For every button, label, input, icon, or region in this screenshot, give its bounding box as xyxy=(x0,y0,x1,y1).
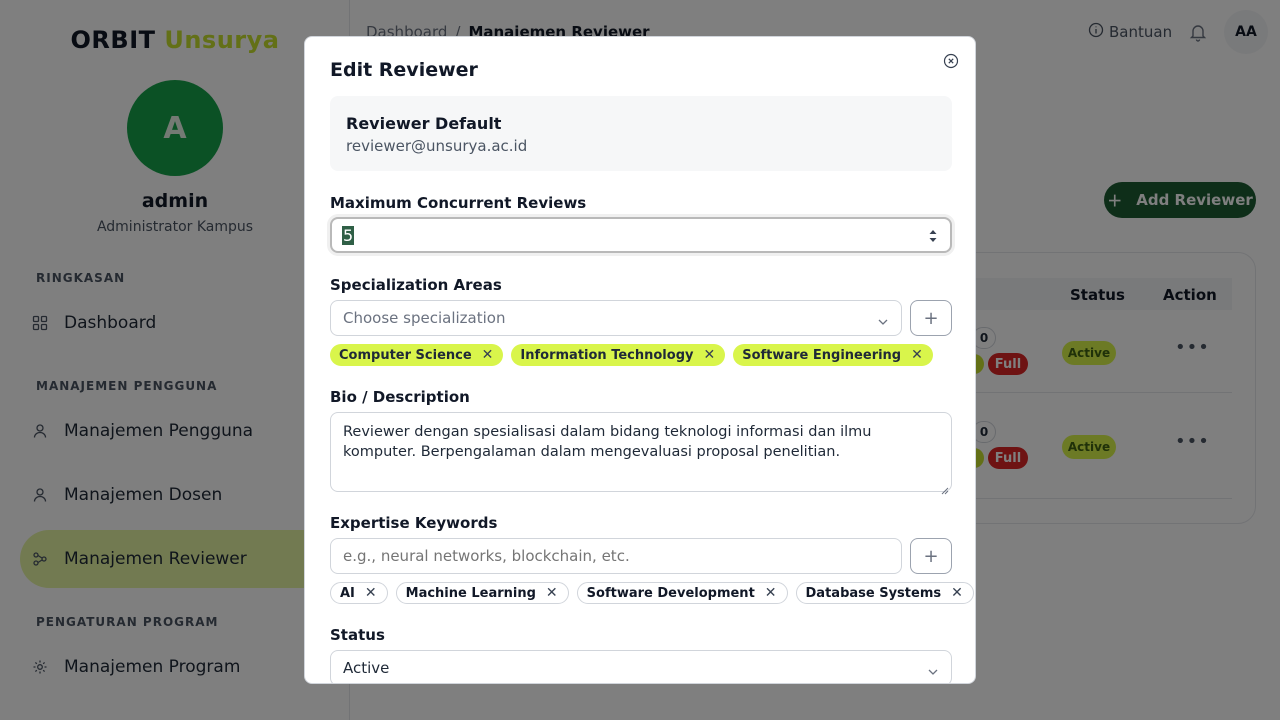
remove-tag-icon[interactable]: ✕ xyxy=(911,348,923,362)
bio-textarea[interactable]: Reviewer dengan spesialisasi dalam bidan… xyxy=(330,412,952,495)
chevron-down-icon xyxy=(927,663,939,675)
specialization-label: Specialization Areas xyxy=(330,276,502,294)
tag-label: Information Technology xyxy=(520,347,694,363)
keyword-tag: Machine Learning ✕ xyxy=(395,582,569,604)
edit-reviewer-modal: Edit Reviewer Reviewer Default reviewer@… xyxy=(304,36,976,684)
max-reviews-input[interactable]: 5 xyxy=(330,217,952,253)
chevron-down-icon xyxy=(877,313,889,325)
max-reviews-label: Maximum Concurrent Reviews xyxy=(330,194,587,212)
reviewer-email: reviewer@unsurya.ac.id xyxy=(346,137,528,155)
status-select[interactable]: Active xyxy=(330,650,952,683)
reviewer-name: Reviewer Default xyxy=(346,114,502,133)
max-reviews-value: 5 xyxy=(342,226,355,245)
plus-icon: + xyxy=(923,307,939,329)
remove-tag-icon[interactable]: ✕ xyxy=(951,586,963,600)
keyword-tag: Database Systems ✕ xyxy=(795,582,974,604)
tag-label: AI xyxy=(340,585,355,601)
add-specialization-button[interactable]: + xyxy=(910,300,952,336)
keyword-tag: Software Development ✕ xyxy=(576,582,788,604)
keyword-tag: AI ✕ xyxy=(330,582,388,604)
bio-text: Reviewer dengan spesialisasi dalam bidan… xyxy=(343,424,872,460)
keywords-label: Expertise Keywords xyxy=(330,514,498,532)
bio-label: Bio / Description xyxy=(330,388,470,406)
status-label: Status xyxy=(330,626,385,644)
tag-label: Machine Learning xyxy=(405,585,536,601)
specialization-select[interactable]: Choose specialization xyxy=(330,300,902,336)
close-icon[interactable] xyxy=(943,53,959,69)
tag-label: Software Development xyxy=(586,585,755,601)
status-value: Active xyxy=(343,659,390,677)
resize-handle-icon[interactable] xyxy=(941,481,949,495)
keyword-tags: AI ✕ Machine Learning ✕ Software Developme… xyxy=(330,582,974,604)
tag-label: Computer Science xyxy=(339,347,472,363)
modal-title: Edit Reviewer xyxy=(330,59,478,81)
specialization-tag: Computer Science ✕ xyxy=(330,344,504,366)
reviewer-info-card: Reviewer Default reviewer@unsurya.ac.id xyxy=(330,96,952,171)
remove-tag-icon[interactable]: ✕ xyxy=(546,586,558,600)
add-keyword-button[interactable]: + xyxy=(910,538,952,574)
plus-icon: + xyxy=(923,545,939,567)
specialization-tags: Computer Science ✕ Information Technology… xyxy=(330,344,933,366)
tag-label: Database Systems xyxy=(805,585,942,601)
tag-label: Software Engineering xyxy=(742,347,902,363)
spinner-icon[interactable] xyxy=(928,227,938,245)
remove-tag-icon[interactable]: ✕ xyxy=(482,348,494,362)
specialization-tag: Information Technology ✕ xyxy=(511,344,726,366)
remove-tag-icon[interactable]: ✕ xyxy=(703,348,715,362)
remove-tag-icon[interactable]: ✕ xyxy=(765,586,777,600)
specialization-placeholder: Choose specialization xyxy=(343,309,506,327)
remove-tag-icon[interactable]: ✕ xyxy=(365,586,377,600)
keywords-input[interactable] xyxy=(330,538,902,574)
specialization-tag: Software Engineering ✕ xyxy=(733,344,933,366)
